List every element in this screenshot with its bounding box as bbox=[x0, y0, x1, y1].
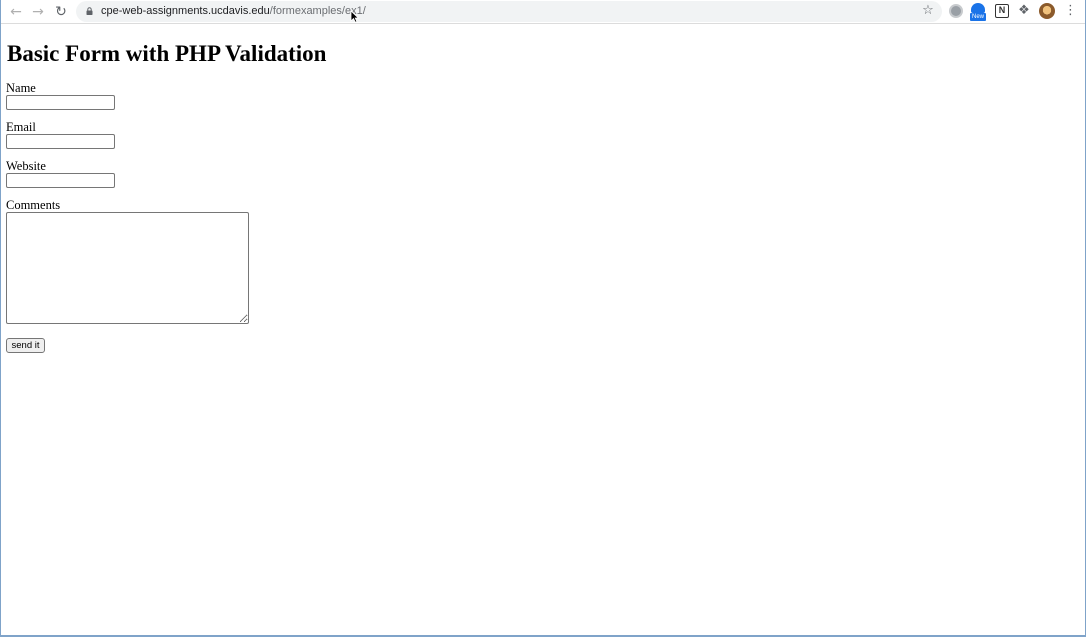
star-icon: ☆ bbox=[922, 3, 934, 18]
kebab-menu-icon: ⋮ bbox=[1064, 3, 1077, 18]
email-input[interactable] bbox=[6, 134, 115, 149]
browser-toolbar: ← → ↻ cpe-web-assignments.ucdavis.edu/fo… bbox=[0, 0, 1086, 24]
browser-menu-button[interactable]: ⋮ bbox=[1064, 3, 1077, 19]
website-label: Website bbox=[6, 159, 46, 173]
extension-new-button[interactable]: New bbox=[970, 3, 986, 21]
email-label: Email bbox=[6, 120, 36, 134]
url-text: cpe-web-assignments.ucdavis.edu/formexam… bbox=[101, 4, 366, 19]
notion-extension-icon[interactable]: N bbox=[995, 4, 1009, 18]
url-host: cpe-web-assignments.ucdavis.edu bbox=[101, 5, 270, 17]
extensions-button[interactable]: ❖ bbox=[1017, 4, 1031, 18]
bookmark-button[interactable]: ☆ bbox=[920, 3, 936, 19]
arrow-left-icon: ← bbox=[10, 4, 22, 20]
address-bar[interactable]: cpe-web-assignments.ucdavis.edu/formexam… bbox=[76, 1, 942, 22]
reload-icon: ↻ bbox=[55, 4, 67, 20]
reload-button[interactable]: ↻ bbox=[52, 3, 70, 21]
mouse-cursor-icon bbox=[350, 10, 359, 23]
name-input[interactable] bbox=[6, 95, 115, 110]
arrow-right-icon: → bbox=[32, 4, 44, 20]
puzzle-icon: ❖ bbox=[1018, 3, 1030, 18]
forward-button[interactable]: → bbox=[29, 3, 47, 21]
comments-textarea[interactable] bbox=[6, 212, 249, 324]
lock-icon bbox=[86, 7, 93, 15]
page-title: Basic Form with PHP Validation bbox=[7, 41, 327, 66]
extension-icon bbox=[971, 3, 985, 13]
back-button[interactable]: ← bbox=[7, 3, 25, 21]
new-badge: New bbox=[970, 13, 986, 21]
profile-avatar[interactable] bbox=[1039, 3, 1055, 19]
name-label: Name bbox=[6, 81, 36, 95]
comments-label: Comments bbox=[6, 198, 61, 212]
send-it-button[interactable]: send it bbox=[6, 338, 45, 353]
website-input[interactable] bbox=[6, 173, 115, 188]
extension-circle-icon[interactable] bbox=[949, 4, 963, 18]
